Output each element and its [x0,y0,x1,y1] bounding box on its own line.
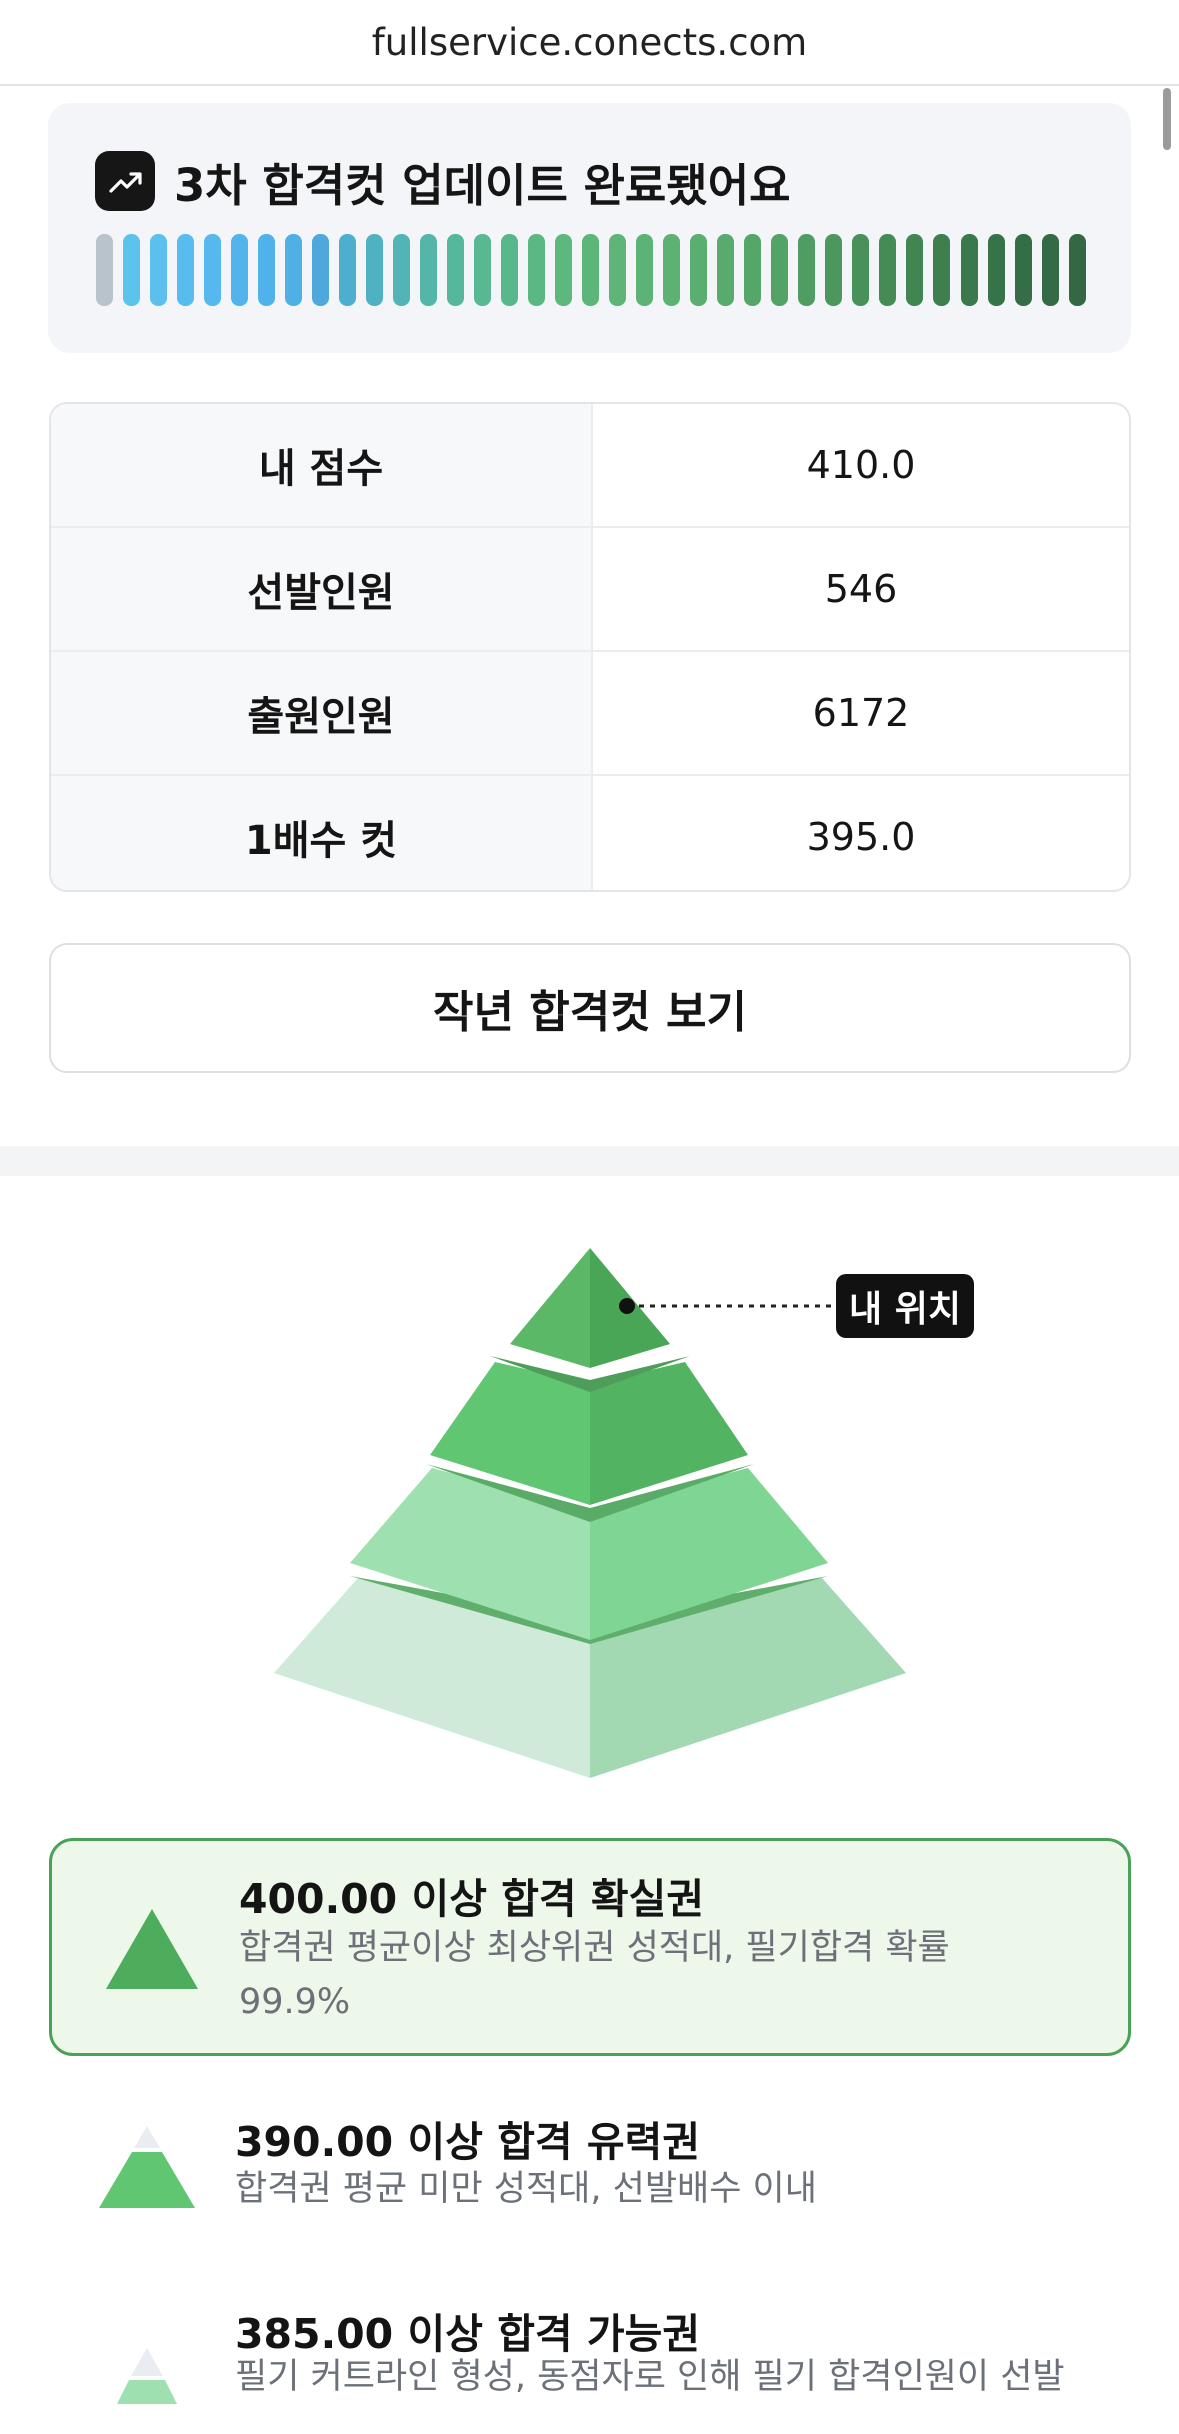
tier-item-likely[interactable]: 390.00 이상 합격 유력권 합격권 평균 미만 성적대, 선발배수 이내 [49,2096,1131,2246]
section-divider [0,1146,1179,1176]
progress-tick [231,234,249,306]
progress-tick [582,234,600,306]
pyramid-top-icon [106,1909,198,1989]
progress-tick [690,234,708,306]
progress-tick [933,234,951,306]
progress-tick [960,234,978,306]
progress-tick [204,234,222,306]
stat-value: 6172 [812,691,910,735]
stat-row-cutline: 1배수 컷 395.0 [51,776,1129,890]
progress-tick [987,234,1005,306]
pyramid-lower-icon [117,2348,177,2404]
my-position-tag: 내 위치 [836,1274,974,1338]
trending-up-icon [95,151,155,211]
progress-tick [150,234,168,306]
progress-tick [474,234,492,306]
pyramid-middle-icon [99,2126,195,2208]
stat-label: 내 점수 [51,404,593,526]
progress-tick [339,234,357,306]
progress-tick [1014,234,1032,306]
progress-tick [906,234,924,306]
tier-title: 400.00 이상 합격 확실권 [239,1875,705,1923]
rank-pyramid-graphic [274,1248,906,1778]
scrollbar[interactable] [1163,88,1171,150]
progress-tick [744,234,762,306]
progress-tick [555,234,573,306]
progress-tick [285,234,303,306]
stat-label: 선발인원 [51,528,593,650]
tier-description: 합격권 평균이상 최상위권 성적대, 필기합격 확률 99.9% [239,1928,950,2022]
progress-tick [123,234,141,306]
browser-url-bar[interactable]: fullservice.conects.com [0,0,1179,86]
tier-item-certain[interactable]: 400.00 이상 합격 확실권 합격권 평균이상 최상위권 성적대, 필기합격… [49,1838,1131,2056]
last-year-cutline-button[interactable]: 작년 합격컷 보기 [49,943,1131,1073]
progress-tick [96,234,113,306]
tier-description: 합격권 평균 미만 성적대, 선발배수 이내 [235,2169,817,2209]
progress-tick [420,234,438,306]
progress-tick [528,234,546,306]
progress-tick [663,234,681,306]
banner-title: 3차 합격컷 업데이트 완료됐어요 [174,159,791,212]
stat-row-applicant-count: 출원인원 6172 [51,652,1129,776]
progress-tick [879,234,897,306]
progress-tick [1068,234,1086,306]
progress-tick [258,234,276,306]
tier-title: 390.00 이상 합격 유력권 [235,2118,701,2166]
update-banner: 3차 합격컷 업데이트 완료됐어요 [48,103,1131,353]
my-position-dot [619,1298,635,1314]
progress-tick [447,234,465,306]
progress-tick [798,234,816,306]
progress-tick [717,234,735,306]
stat-row-my-score: 내 점수 410.0 [51,404,1129,528]
tier-item-possible[interactable]: 385.00 이상 합격 가능권 필기 커트라인 형성, 동점자로 인해 필기 … [49,2288,1131,2404]
tier-description: 필기 커트라인 형성, 동점자로 인해 필기 합격인원이 선발 [235,2357,1065,2397]
progress-tick [852,234,870,306]
progress-tick [636,234,654,306]
stat-value: 395.0 [806,815,916,859]
progress-tick [771,234,789,306]
progress-tick [609,234,627,306]
progress-tick [312,234,330,306]
url-text: fullservice.conects.com [371,20,808,64]
progress-tick [177,234,195,306]
stat-label: 출원인원 [51,652,593,774]
stat-label: 1배수 컷 [51,776,593,890]
cutline-progress-bar [96,234,1086,306]
progress-tick [393,234,411,306]
score-stats-table: 내 점수 410.0 선발인원 546 출원인원 6172 1배수 컷 395.… [49,402,1131,892]
progress-tick [1041,234,1059,306]
stat-value: 410.0 [806,443,916,487]
progress-tick [366,234,384,306]
stat-value: 546 [824,567,898,611]
progress-tick [825,234,843,306]
stat-row-selection-count: 선발인원 546 [51,528,1129,652]
progress-tick [501,234,519,306]
